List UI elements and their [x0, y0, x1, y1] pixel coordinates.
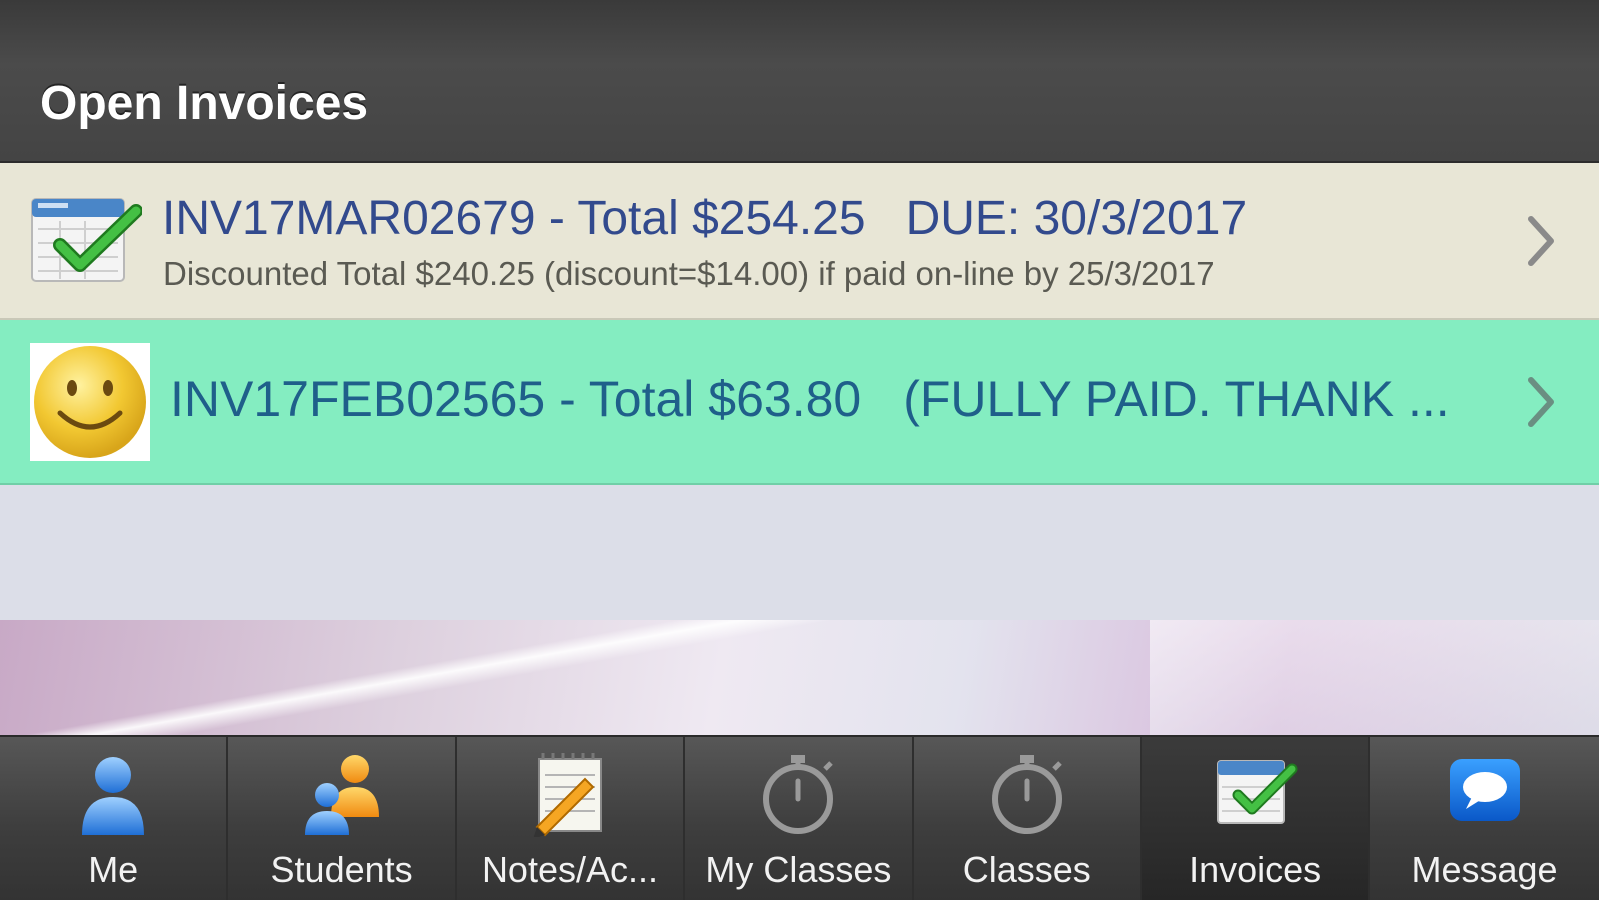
stopwatch-icon [763, 755, 834, 834]
tab-me[interactable]: Me [0, 737, 229, 900]
tab-my-classes[interactable]: My Classes [685, 737, 914, 900]
people-icon [304, 755, 379, 835]
invoice-check-icon [1217, 760, 1298, 824]
tab-students[interactable]: Students [228, 737, 457, 900]
tab-label: Invoices [1189, 849, 1322, 890]
invoice-id-total: INV17MAR02679 - Total $254.25 [162, 192, 866, 245]
tab-label: Notes/Ac... [481, 849, 658, 890]
invoice-check-icon [31, 198, 142, 282]
tab-bar: Me Students Notes/Ac... My Classes Class… [0, 735, 1599, 900]
speech-bubble-icon [1449, 759, 1520, 821]
tab-label: My Classes [705, 849, 892, 890]
tab-classes[interactable]: Classes [914, 737, 1142, 900]
tab-notes[interactable]: Notes/Ac... [457, 737, 686, 900]
stopwatch-icon [991, 755, 1062, 834]
tab-label: Message [1411, 849, 1558, 890]
invoice-status: (FULLY PAID. THANK ... [903, 371, 1450, 427]
smiley-icon [30, 343, 150, 461]
chevron-right-icon [1528, 377, 1554, 427]
chevron-right-icon [1528, 216, 1554, 266]
invoice-summary: INV17FEB02565 - Total $63.80 (FULLY PAID.… [170, 370, 1450, 428]
person-icon [82, 757, 145, 835]
tab-label: Classes [962, 849, 1091, 890]
invoice-due-date: DUE: 30/3/2017 [905, 192, 1248, 245]
decorative-background [0, 620, 1599, 735]
tab-label: Students [270, 849, 413, 890]
tab-message[interactable]: Message [1370, 737, 1598, 900]
notepad-pencil-icon [533, 753, 602, 837]
invoice-summary: INV17MAR02679 - Total $254.25 DUE: 30/3/2… [162, 191, 1247, 246]
invoice-id-total: INV17FEB02565 - Total $63.80 [170, 371, 862, 427]
invoice-row-paid[interactable]: INV17FEB02565 - Total $63.80 (FULLY PAID.… [0, 320, 1599, 485]
list-empty-area [0, 485, 1599, 620]
invoice-row-unpaid[interactable]: INV17MAR02679 - Total $254.25 DUE: 30/3/2… [0, 163, 1599, 320]
tab-label: Me [88, 849, 139, 890]
invoice-discount-note: Discounted Total $240.25 (discount=$14.0… [163, 255, 1215, 292]
nav-bar: Open Invoices [0, 0, 1599, 163]
page-title: Open Invoices [40, 77, 369, 130]
tab-invoices[interactable]: Invoices [1141, 737, 1371, 900]
